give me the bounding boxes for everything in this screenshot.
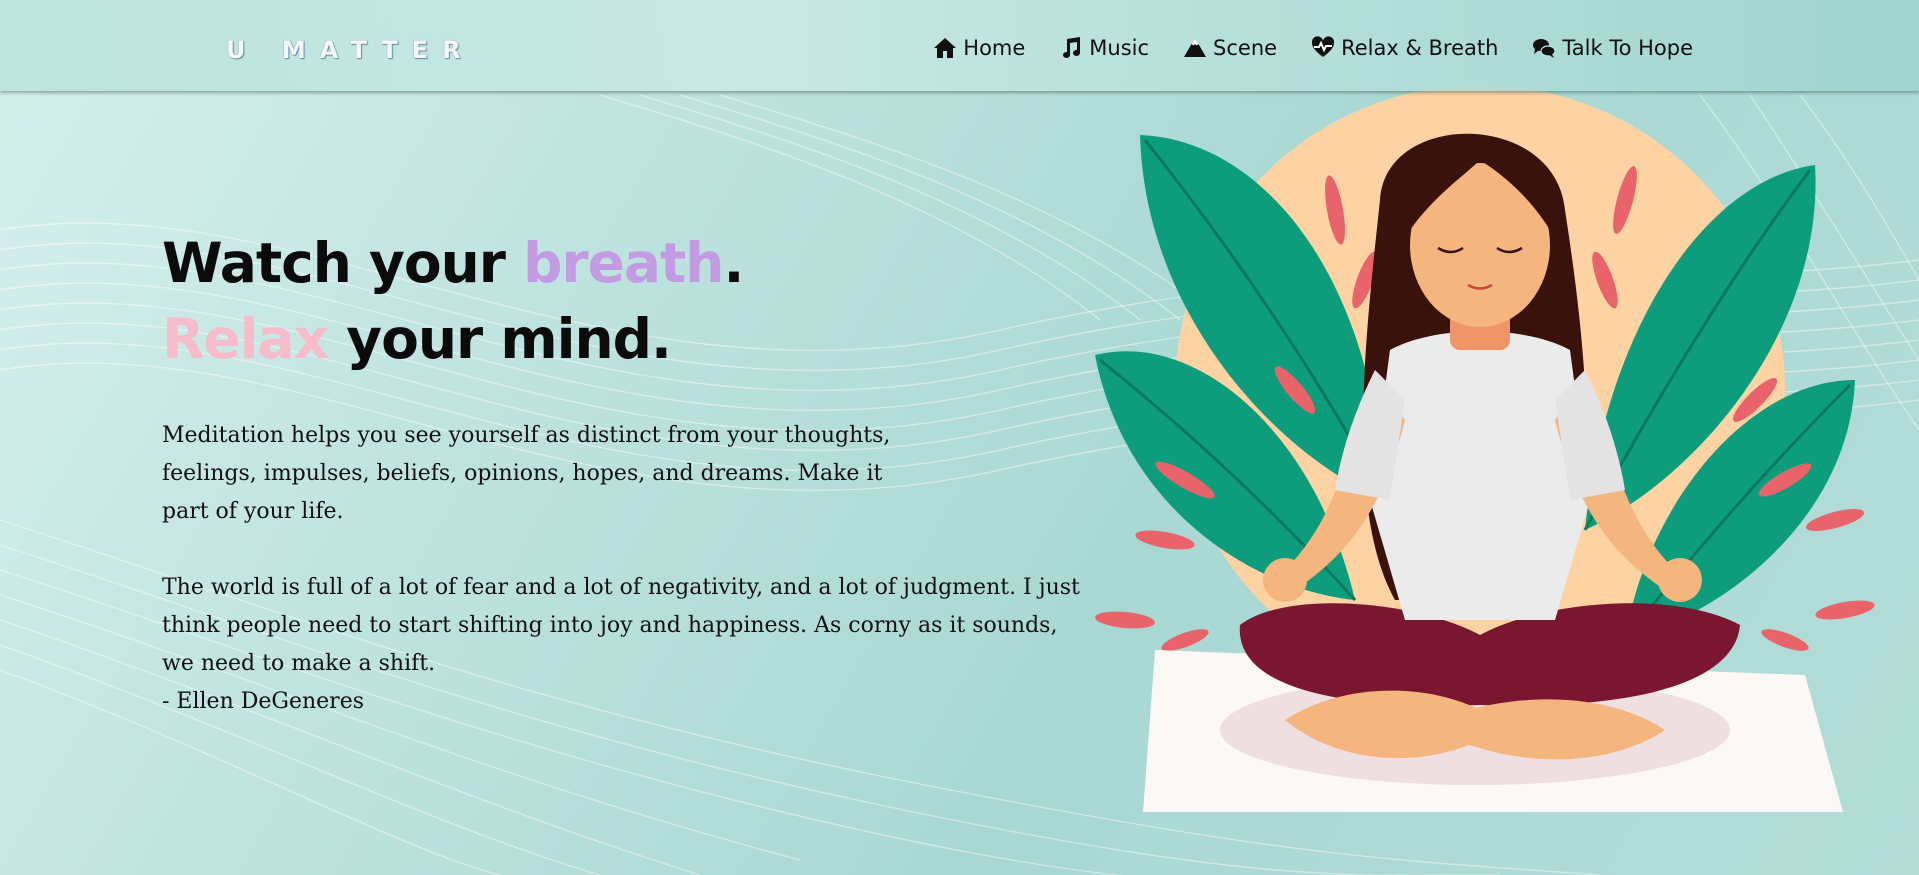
headline-line1: Watch your breath. xyxy=(162,231,744,295)
mountain-icon xyxy=(1184,38,1207,57)
headline-watch-text: Watch your xyxy=(162,231,524,295)
logo-text: U MATTER xyxy=(226,36,475,64)
nav-home-label: Home xyxy=(963,36,1026,60)
nav-relax-breath-label: Relax & Breath xyxy=(1341,36,1499,60)
nav-talk-to-hope[interactable]: Talk To Hope xyxy=(1532,36,1693,60)
quote-paragraph: The world is full of a lot of fear and a… xyxy=(162,575,1080,676)
headline-line2: Relax your mind. xyxy=(162,307,672,371)
nav-home[interactable]: Home xyxy=(933,36,1025,60)
headline-breath-word: breath xyxy=(523,231,724,295)
quote-author: - Ellen DeGeneres xyxy=(162,689,365,714)
nav-scene[interactable]: Scene xyxy=(1183,36,1277,60)
headline-your-mind-text: your mind. xyxy=(328,307,672,371)
music-icon xyxy=(1063,37,1081,58)
nav-music-label: Music xyxy=(1089,36,1150,60)
meditation-illustration xyxy=(1095,85,1875,812)
nav-scene-label: Scene xyxy=(1213,36,1278,60)
chat-icon xyxy=(1533,39,1557,58)
hero-headline: Watch your breath. Relax your mind. xyxy=(162,225,1082,377)
heartbeat-icon xyxy=(1311,36,1335,57)
headline-relax-word: Relax xyxy=(162,307,329,371)
nav-relax-breath[interactable]: Relax & Breath xyxy=(1311,36,1498,60)
meditation-paragraph: Meditation helps you see yourself as dis… xyxy=(162,423,891,524)
headline-period: . xyxy=(723,231,744,295)
main-nav: Home Music Scene Relax & Breath Talk To … xyxy=(933,36,1693,60)
logo[interactable]: U MATTER xyxy=(226,36,475,64)
top-navbar: U MATTER Home Music Scene Relax & Breath… xyxy=(0,0,1919,91)
hero-section: Watch your breath. Relax your mind. Medi… xyxy=(162,225,1082,721)
nav-music[interactable]: Music xyxy=(1059,36,1149,60)
home-icon xyxy=(934,38,957,58)
nav-talk-to-hope-label: Talk To Hope xyxy=(1562,36,1693,60)
